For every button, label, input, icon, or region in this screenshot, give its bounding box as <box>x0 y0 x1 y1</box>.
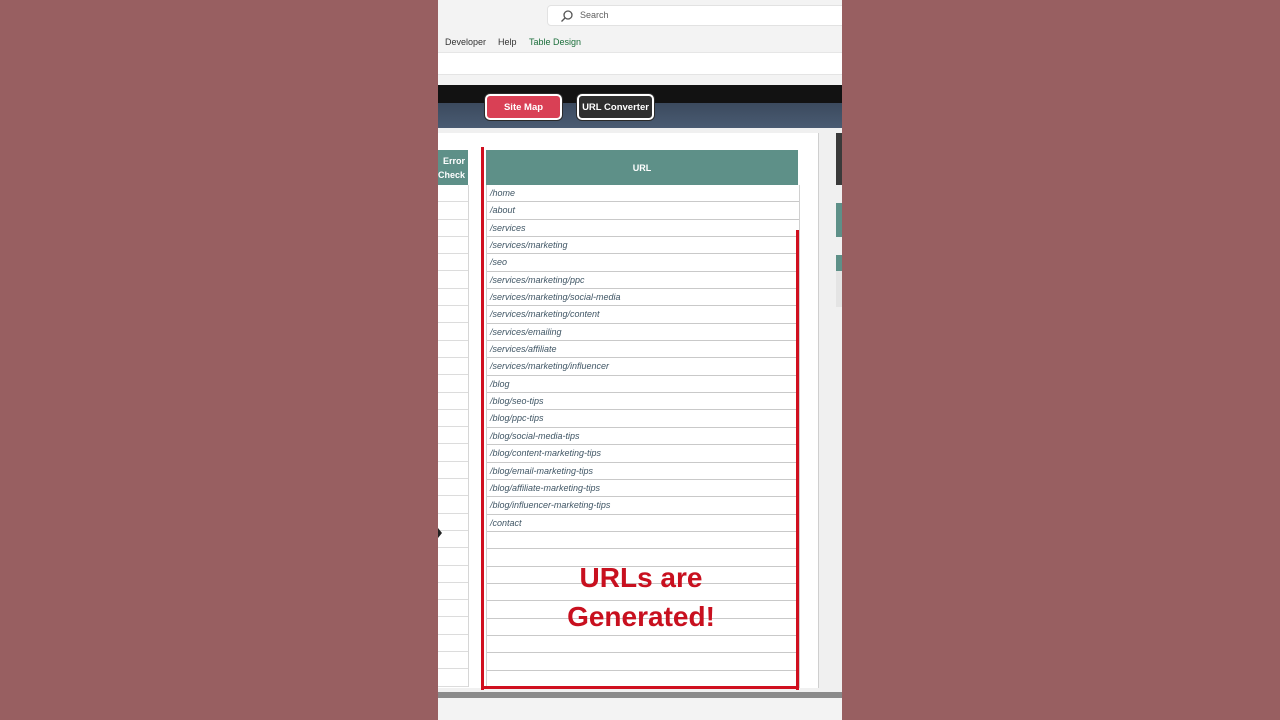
error-check-cell[interactable] <box>438 237 468 255</box>
error-check-cell[interactable] <box>438 289 468 307</box>
search-placeholder: Search <box>580 10 609 20</box>
error-check-cell[interactable] <box>438 375 468 393</box>
spreadsheet-app-window: Search Developer Help Table Design Site … <box>438 0 842 720</box>
right-panel-grey-block <box>836 271 842 307</box>
url-row[interactable]: /services <box>487 220 799 238</box>
formula-bar[interactable] <box>438 56 842 75</box>
ribbon-tabs: Developer Help Table Design <box>438 32 842 53</box>
error-check-cell[interactable] <box>438 548 468 566</box>
url-row[interactable]: /services/marketing/ppc <box>487 272 799 290</box>
overlay-caption: URLs are Generated! <box>486 558 796 636</box>
url-row[interactable] <box>487 636 799 654</box>
error-check-cell[interactable] <box>438 496 468 514</box>
error-check-cell[interactable] <box>438 323 468 341</box>
url-row[interactable]: /blog/content-marketing-tips <box>487 445 799 463</box>
url-row[interactable]: /blog/influencer-marketing-tips <box>487 497 799 515</box>
url-row[interactable]: /services/emailing <box>487 324 799 342</box>
url-column-header: URL <box>486 150 798 185</box>
highlight-frame-bottom <box>481 686 799 689</box>
error-check-cell[interactable] <box>438 427 468 445</box>
url-row[interactable]: /services/marketing/content <box>487 306 799 324</box>
url-row[interactable]: /services/marketing/influencer <box>487 358 799 376</box>
error-check-cell[interactable] <box>438 202 468 220</box>
tab-developer[interactable]: Developer <box>445 37 486 47</box>
error-check-cell[interactable] <box>438 341 468 358</box>
right-panel-edge <box>836 133 842 185</box>
tab-help[interactable]: Help <box>498 37 517 47</box>
error-check-cell[interactable] <box>438 583 468 601</box>
error-check-cell[interactable] <box>438 444 468 462</box>
overlay-caption-line1: URLs are <box>579 562 703 593</box>
error-check-cell[interactable] <box>438 635 468 653</box>
error-check-cell[interactable] <box>438 410 468 428</box>
error-check-cell[interactable] <box>438 479 468 497</box>
status-bar <box>438 698 842 720</box>
error-check-cell[interactable] <box>438 669 468 687</box>
error-check-column <box>438 185 469 687</box>
url-row[interactable]: /seo <box>487 254 799 272</box>
error-check-cell[interactable] <box>438 462 468 480</box>
highlight-frame-left <box>481 147 484 690</box>
error-check-cell[interactable] <box>438 254 468 272</box>
url-row[interactable]: /blog/email-marketing-tips <box>487 463 799 480</box>
url-row[interactable]: /contact <box>487 515 799 532</box>
url-row[interactable]: /about <box>487 202 799 220</box>
url-row[interactable]: /blog/seo-tips <box>487 393 799 411</box>
error-check-cell[interactable] <box>438 566 468 583</box>
url-row[interactable]: /blog/affiliate-marketing-tips <box>487 480 799 498</box>
error-check-header-line1: Error <box>442 156 465 166</box>
error-check-cell[interactable] <box>438 600 468 618</box>
error-check-cell[interactable] <box>438 358 468 376</box>
error-check-cell[interactable] <box>438 306 468 324</box>
error-check-cell[interactable] <box>438 393 468 410</box>
error-check-cell[interactable] <box>438 271 468 289</box>
url-converter-button[interactable]: URL Converter <box>577 94 654 120</box>
error-check-cell[interactable] <box>438 220 468 237</box>
error-check-cell[interactable] <box>438 185 468 203</box>
overlay-caption-line2: Generated! <box>567 601 715 632</box>
error-check-header: Error Check <box>438 150 468 185</box>
url-row[interactable]: /blog/ppc-tips <box>487 410 799 428</box>
site-map-button[interactable]: Site Map <box>485 94 562 120</box>
right-panel-teal-block <box>836 203 842 237</box>
title-bar: Search <box>438 0 842 32</box>
url-row[interactable]: /services/marketing <box>487 237 799 255</box>
error-check-cell[interactable] <box>438 652 468 670</box>
search-box[interactable]: Search <box>547 5 842 26</box>
url-row[interactable] <box>487 653 799 671</box>
error-check-header-line2: Check <box>438 170 466 180</box>
url-row[interactable]: /services/marketing/social-media <box>487 289 799 307</box>
url-row[interactable]: /blog/social-media-tips <box>487 428 799 446</box>
mouse-cursor-icon <box>438 528 442 538</box>
tab-table-design[interactable]: Table Design <box>529 37 581 47</box>
error-check-cell[interactable] <box>438 617 468 635</box>
column-header-strip <box>438 75 842 85</box>
highlight-frame-right <box>796 230 799 690</box>
url-row[interactable]: /services/affiliate <box>487 341 799 359</box>
url-row[interactable] <box>487 532 799 550</box>
search-icon <box>561 10 573 22</box>
url-row[interactable]: /home <box>487 185 799 203</box>
right-panel-teal-block-2 <box>836 255 842 271</box>
url-row[interactable]: /blog <box>487 376 799 394</box>
